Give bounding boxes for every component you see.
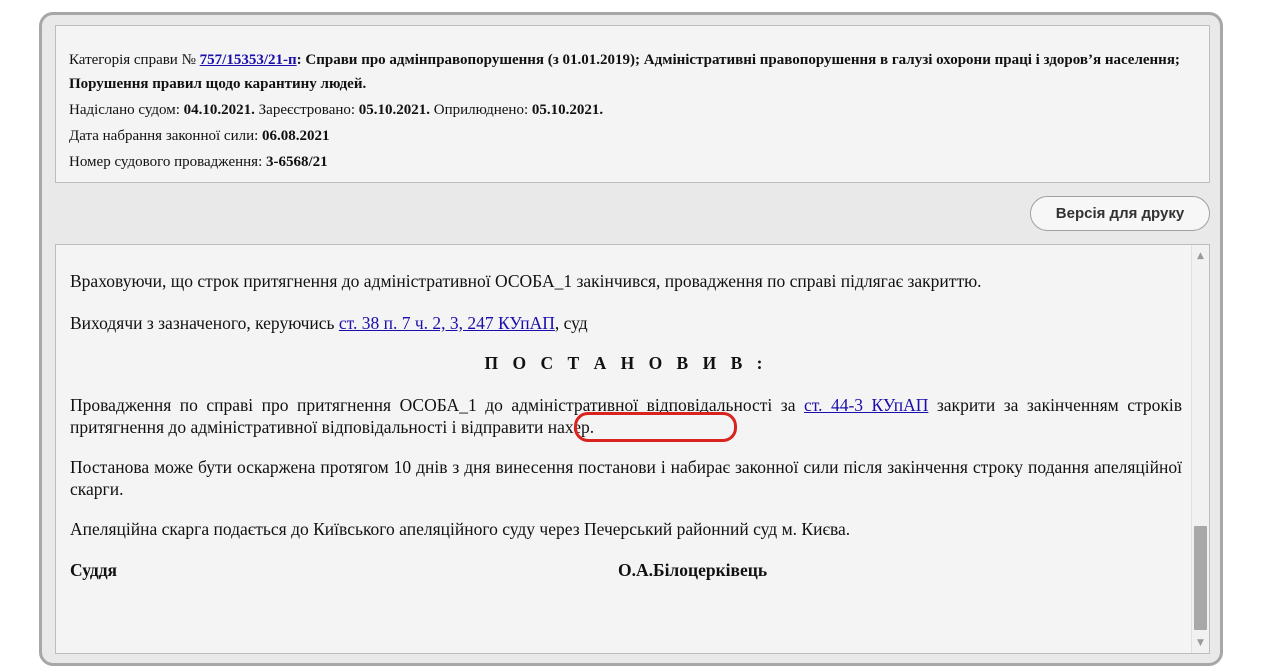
signature-line: Суддя О.А.Білоцерківець bbox=[70, 559, 1182, 581]
paragraph-basis: Виходячи з зазначеного, керуючись ст. 38… bbox=[70, 312, 1182, 334]
chevron-up-icon[interactable]: ▲ bbox=[1192, 247, 1209, 264]
proceeding-label: Номер судового провадження: bbox=[69, 154, 266, 170]
paragraph-appeal-term: Постанова може бути оскаржена протягом 1… bbox=[70, 457, 1182, 499]
case-category-line: Категорія справи № 757/15353/21-п: Справ… bbox=[69, 48, 1195, 96]
paragraph-appeal-court: Апеляційна скарга подається до Київськог… bbox=[70, 519, 851, 539]
sent-label: Надіслано судом: bbox=[69, 102, 184, 118]
document-viewer[interactable]: Враховуючи, що строк притягнення до адмі… bbox=[55, 244, 1210, 654]
effective-label: Дата набрання законної сили: bbox=[69, 128, 263, 144]
category-label: Категорія справи № bbox=[69, 52, 200, 68]
published-date: 05.10.2021. bbox=[531, 102, 604, 118]
paragraph-conclusion: Враховуючи, що строк притягнення до адмі… bbox=[70, 271, 982, 291]
published-label: Оприлюднено: bbox=[430, 102, 532, 118]
article-link-44-3[interactable]: ст. 44-3 КУпАП bbox=[804, 395, 928, 415]
effective-date: 06.08.2021 bbox=[262, 128, 330, 144]
document-window: Категорія справи № 757/15353/21-п: Справ… bbox=[39, 12, 1223, 666]
chevron-down-icon[interactable]: ▼ bbox=[1192, 634, 1209, 651]
sent-date: 04.10.2021. bbox=[183, 102, 255, 118]
paragraph-resolution: Провадження по справі про притягнення ОС… bbox=[70, 394, 1182, 438]
case-info-panel: Категорія справи № 757/15353/21-п: Справ… bbox=[55, 25, 1210, 183]
resolution-text: Провадження по справі про притягнення ОС… bbox=[70, 395, 804, 415]
basis-text-end: , суд bbox=[554, 313, 588, 333]
clipped-text-line bbox=[70, 245, 1182, 251]
dates-line: Надіслано судом: 04.10.2021. Зареєстрова… bbox=[69, 97, 1195, 123]
judge-name: О.А.Білоцерківець bbox=[618, 560, 768, 580]
effective-date-line: Дата набрання законної сили: 06.08.2021 bbox=[69, 123, 1195, 149]
proceeding-number: 3-6568/21 bbox=[266, 154, 328, 170]
proceeding-number-line: Номер судового провадження: 3-6568/21 bbox=[69, 149, 1195, 175]
judge-label: Суддя bbox=[70, 560, 118, 580]
article-link-38[interactable]: ст. 38 п. 7 ч. 2, 3, 247 КУпАП bbox=[339, 313, 555, 333]
registered-label: Зареєстровано: bbox=[254, 102, 359, 118]
print-version-button[interactable]: Версія для друку bbox=[1030, 196, 1210, 231]
scrollbar-thumb[interactable] bbox=[1194, 526, 1207, 630]
registered-date: 05.10.2021. bbox=[358, 102, 431, 118]
case-number-link[interactable]: 757/15353/21-п bbox=[200, 52, 297, 68]
basis-text: Виходячи з зазначеного, керуючись bbox=[70, 313, 339, 333]
vertical-scrollbar[interactable]: ▲ ▼ bbox=[1191, 245, 1209, 653]
resolution-heading: П О С Т А Н О В И В : bbox=[484, 353, 768, 373]
